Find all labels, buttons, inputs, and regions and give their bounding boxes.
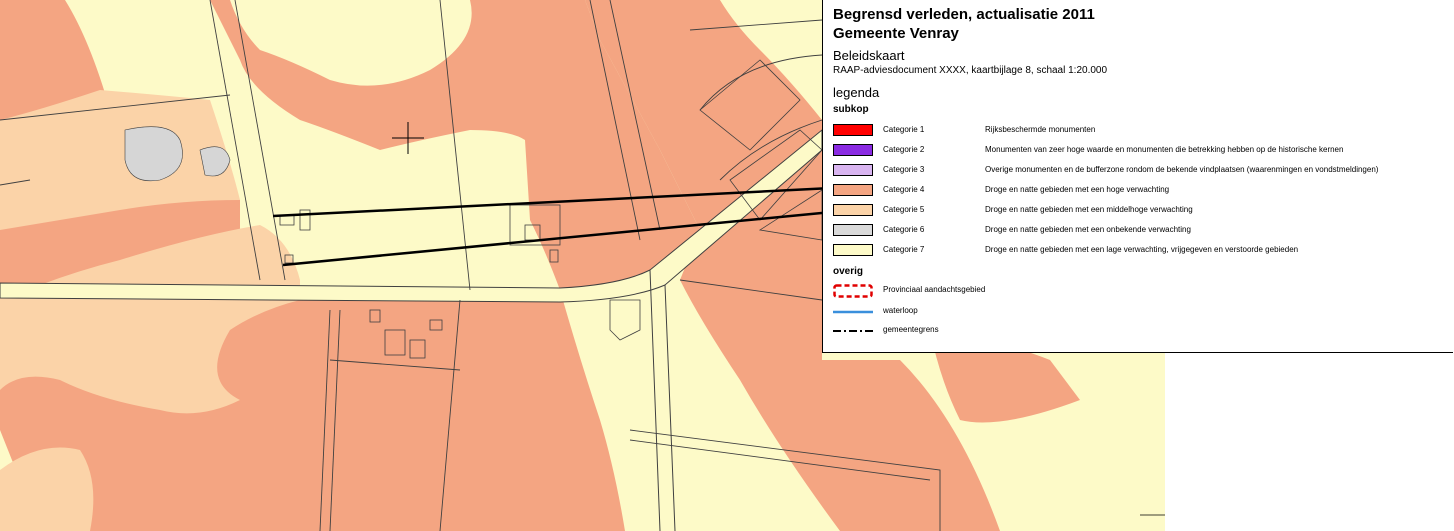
legend-row-category-6: Categorie 6 Droge en natte gebieden met … (833, 224, 1448, 238)
category-label: Categorie 6 (883, 225, 925, 234)
category-label: Categorie 1 (883, 125, 925, 134)
category-description: Rijksbeschermde monumenten (985, 125, 1096, 134)
category-label: Categorie 5 (883, 205, 925, 214)
legend-row-category-2: Categorie 2 Monumenten van zeer hoge waa… (833, 144, 1448, 158)
legend-section-overig: overig (833, 266, 864, 277)
overig-label: waterloop (883, 306, 918, 315)
legend-subtitle: RAAP-adviesdocument XXXX, kaartbijlage 8… (833, 65, 1108, 76)
category-description: Droge en natte gebieden met een middelho… (985, 205, 1193, 214)
legend-row-category-5: Categorie 5 Droge en natte gebieden met … (833, 204, 1448, 218)
swatch-category-7 (833, 244, 873, 256)
legend-municipality: Gemeente Venray (833, 25, 959, 42)
legend-title: Begrensd verleden, actualisatie 2011 (833, 6, 1095, 23)
legend-row-category-3: Categorie 3 Overige monumenten en de buf… (833, 164, 1448, 178)
dashed-red-box-icon (833, 284, 873, 298)
category-label: Categorie 2 (883, 145, 925, 154)
legend-row-provinciaal: Provinciaal aandachtsgebied (833, 284, 1448, 298)
overig-label: gemeentegrens (883, 325, 939, 334)
category-label: Categorie 7 (883, 245, 925, 254)
legend-section-subkop: subkop (833, 104, 869, 115)
blue-line-icon (833, 310, 873, 314)
legend-row-gemeentegrens: gemeentegrens (833, 324, 1448, 338)
swatch-category-4 (833, 184, 873, 196)
swatch-category-5 (833, 204, 873, 216)
category-description: Monumenten van zeer hoge waarde en monum… (985, 145, 1344, 154)
overig-label: Provinciaal aandachtsgebied (883, 285, 986, 294)
swatch-category-6 (833, 224, 873, 236)
legend-heading: legenda (833, 85, 880, 100)
category-description: Droge en natte gebieden met een lage ver… (985, 245, 1299, 254)
swatch-category-3 (833, 164, 873, 176)
parcel-grey-1 (124, 126, 183, 182)
legend-row-category-1: Categorie 1 Rijksbeschermde monumenten (833, 124, 1448, 138)
category-label: Categorie 3 (883, 165, 925, 174)
legend-row-category-4: Categorie 4 Droge en natte gebieden met … (833, 184, 1448, 198)
swatch-category-1 (833, 124, 873, 136)
category-label: Categorie 4 (883, 185, 925, 194)
legend-map-name: Beleidskaart (833, 48, 905, 63)
dash-dot-line-icon (833, 330, 873, 332)
legend-panel: Begrensd verleden, actualisatie 2011 Gem… (822, 0, 1453, 353)
category-description: Overige monumenten en de bufferzone rond… (985, 165, 1379, 174)
swatch-category-2 (833, 144, 873, 156)
legend-row-category-7: Categorie 7 Droge en natte gebieden met … (833, 244, 1448, 258)
category-description: Droge en natte gebieden met een hoge ver… (985, 185, 1170, 194)
category-description: Droge en natte gebieden met een onbekend… (985, 225, 1191, 234)
legend-row-waterloop: waterloop (833, 305, 1448, 319)
